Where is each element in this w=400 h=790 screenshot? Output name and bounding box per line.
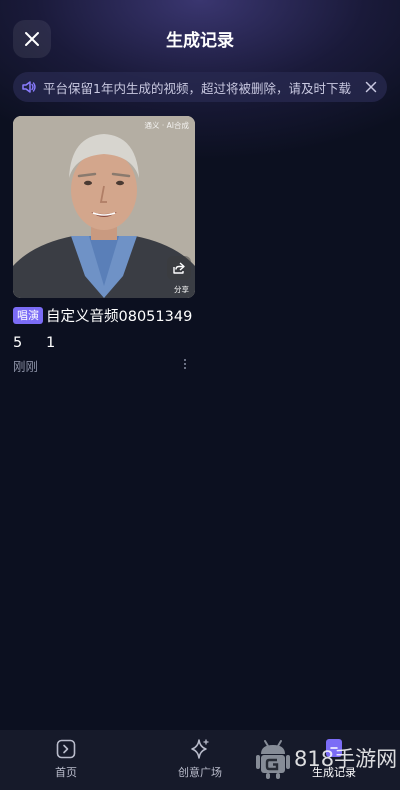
android-logo-icon xyxy=(256,740,290,779)
record-title[interactable]: 自定义音频080513491 xyxy=(46,304,196,356)
share-button[interactable] xyxy=(167,256,191,280)
category-tag: 唱演 xyxy=(13,307,43,324)
site-watermark-text: 818手游网 xyxy=(294,747,398,771)
notice-text: 平台保留1年内生成的视频，超过将被删除，请及时下载 xyxy=(43,80,351,96)
page-title: 生成记录 xyxy=(166,31,234,51)
site-watermark: 818手游网 xyxy=(256,736,397,780)
ai-watermark: 通义 · AI合成 xyxy=(144,121,190,130)
video-thumbnail[interactable]: 通义 · AI合成 分享 xyxy=(13,116,195,298)
tab-creative-square[interactable]: 创意广场 xyxy=(160,738,240,780)
tab-label: 首页 xyxy=(55,766,77,779)
share-label: 分享 xyxy=(174,285,189,294)
header: 生成记录 xyxy=(0,18,400,60)
more-dot xyxy=(183,362,187,366)
notice-close-button[interactable] xyxy=(361,77,381,97)
record-title-continued[interactable]: 5 xyxy=(13,330,22,356)
more-dot xyxy=(183,367,187,370)
home-icon xyxy=(56,739,76,759)
close-icon xyxy=(365,81,377,93)
more-options-button[interactable] xyxy=(178,356,192,372)
speaker-icon xyxy=(22,81,36,93)
retention-notice-banner: 平台保留1年内生成的视频，超过将被删除，请及时下载 xyxy=(13,72,387,102)
share-icon xyxy=(173,262,185,274)
tab-label: 创意广场 xyxy=(178,766,222,779)
tab-home[interactable]: 首页 xyxy=(26,738,106,780)
sparkle-icon xyxy=(191,739,209,759)
record-time: 刚刚 xyxy=(13,359,39,374)
more-dot xyxy=(183,358,187,361)
